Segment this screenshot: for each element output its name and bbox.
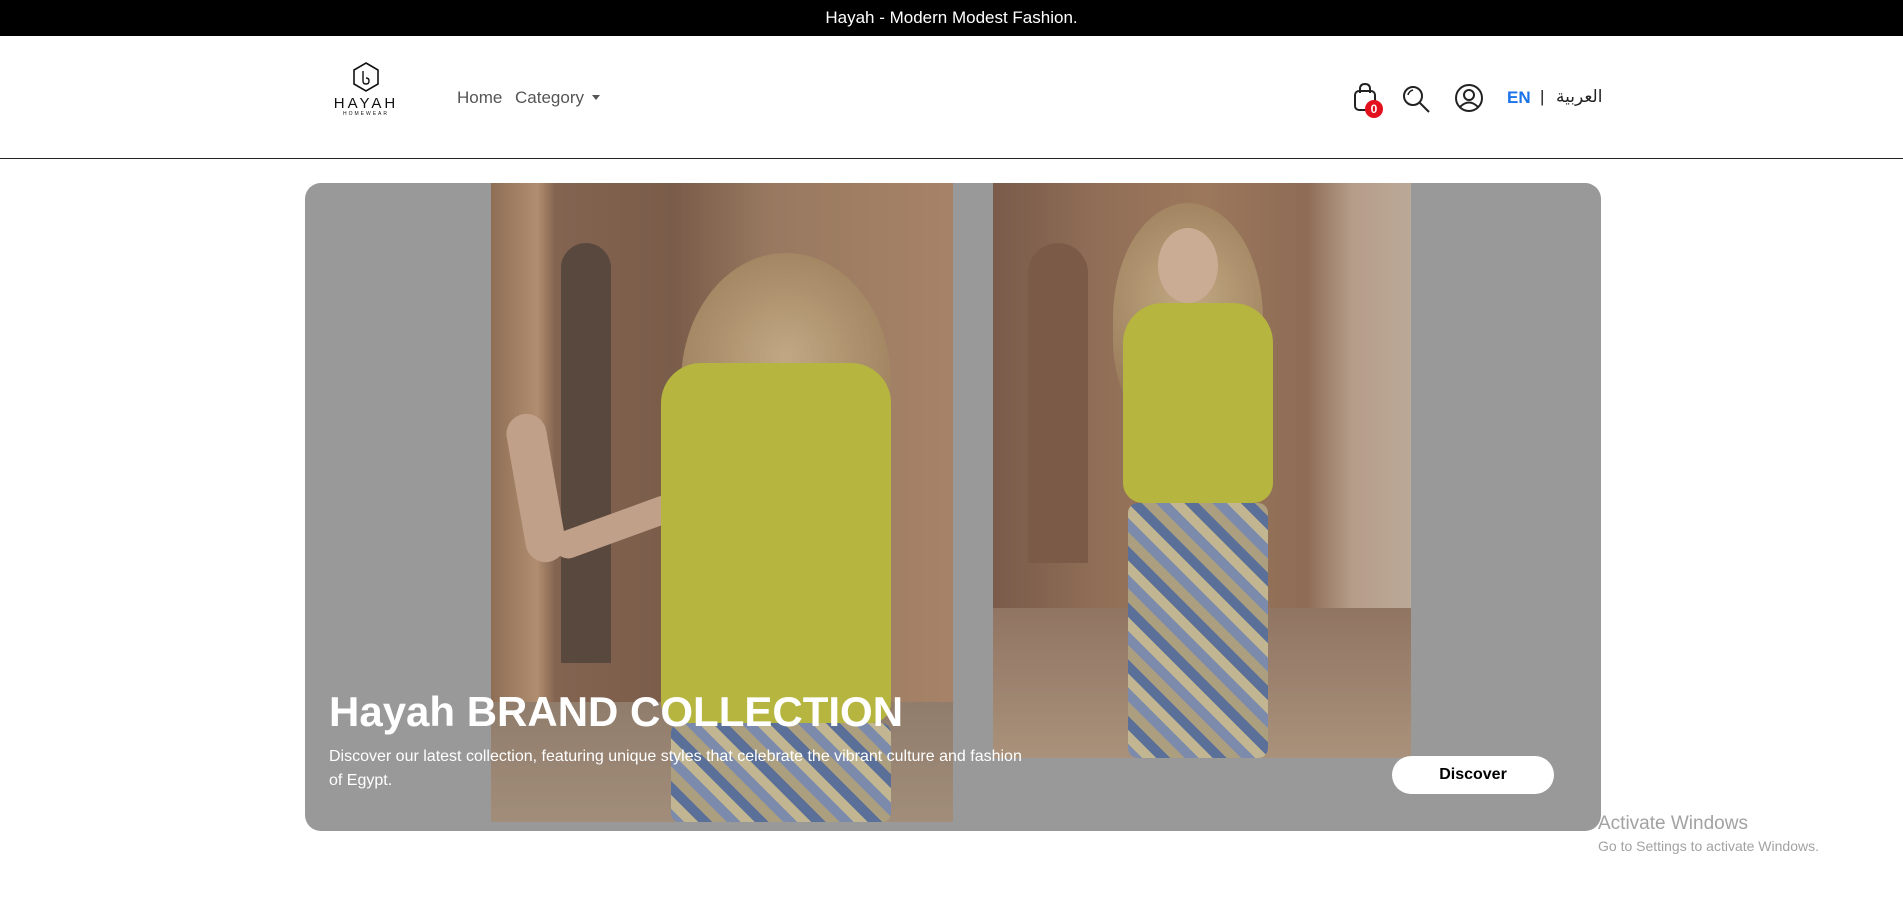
discover-button[interactable]: Discover [1392,756,1554,794]
brand-logo[interactable]: HAYAH HOMEWEAR [332,62,400,128]
user-icon [1455,84,1483,112]
cart-count-badge: 0 [1365,100,1383,118]
hero-title: Hayah BRAND COLLECTION [329,688,904,735]
language-ar[interactable]: العربية [1556,87,1602,107]
nav-category-label: Category [515,88,584,107]
language-separator: | [1540,87,1545,106]
logo-subtitle: HOMEWEAR [343,111,389,117]
account-button[interactable] [1454,83,1484,118]
logo-wordmark: HAYAH [333,95,399,112]
announcement-bar: Hayah - Modern Modest Fashion. [0,0,1903,36]
search-button[interactable] [1401,84,1431,119]
caret-down-icon [591,95,600,100]
windows-activation-subtitle: Go to Settings to activate Windows. [1598,838,1819,854]
search-icon [1403,86,1430,113]
windows-activation-title: Activate Windows [1598,813,1748,834]
site-header: HAYAH HOMEWEAR Home Category 0 EN | العر… [0,36,1903,159]
cart-button[interactable]: 0 [1353,82,1383,118]
hero-banner: Hayah BRAND COLLECTION Discover our late… [305,183,1601,831]
announcement-text: Hayah - Modern Modest Fashion. [825,8,1078,27]
language-en[interactable]: EN [1507,88,1531,108]
nav-category[interactable]: Category [515,88,600,108]
hero-description: Discover our latest collection, featurin… [329,748,1022,789]
nav-home[interactable]: Home [457,88,502,108]
hexagon-logo-icon [353,62,379,92]
